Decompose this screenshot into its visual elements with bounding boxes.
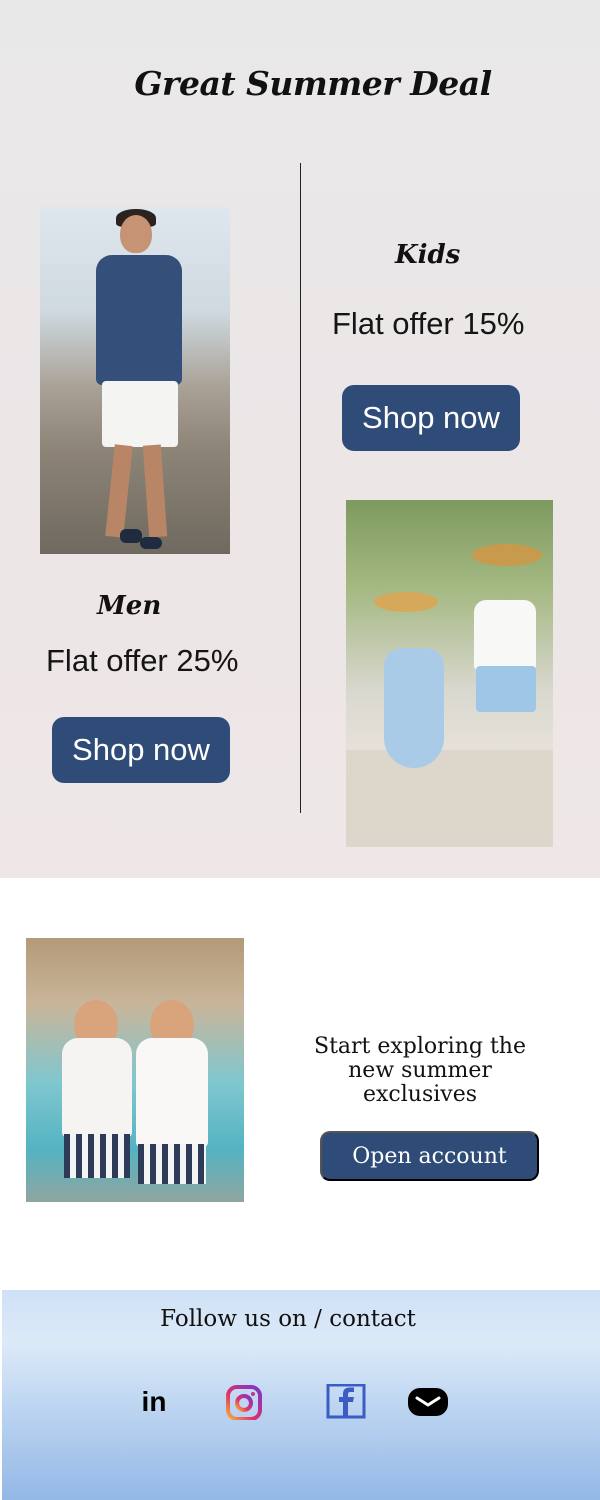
promo-photo <box>26 938 244 1202</box>
mail-icon[interactable] <box>408 1384 448 1420</box>
open-account-button[interactable]: Open account <box>320 1131 539 1181</box>
promo-text-line2: new summer <box>348 1058 492 1083</box>
promo-text-line3: exclusives <box>362 1082 478 1107</box>
men-photo <box>40 207 230 554</box>
linkedin-icon[interactable]: in <box>134 1384 174 1420</box>
men-shop-now-button[interactable]: Shop now <box>52 717 230 783</box>
kids-shop-now-button[interactable]: Shop now <box>342 385 520 451</box>
instagram-icon[interactable] <box>224 1384 264 1420</box>
page-title: Great Summer Deal <box>134 64 492 103</box>
promo-text: Start exploring the new summer exclusive… <box>300 1035 540 1107</box>
vertical-divider <box>300 163 301 813</box>
kids-photo <box>346 500 553 847</box>
facebook-icon[interactable] <box>326 1384 366 1420</box>
men-offer: Flat offer 25% <box>46 643 239 678</box>
promo-text-line1: Start exploring the <box>314 1034 526 1059</box>
men-title: Men <box>97 591 162 621</box>
footer-title: Follow us on / contact <box>160 1306 416 1332</box>
kids-title: Kids <box>395 240 461 270</box>
kids-offer: Flat offer 15% <box>332 306 525 341</box>
